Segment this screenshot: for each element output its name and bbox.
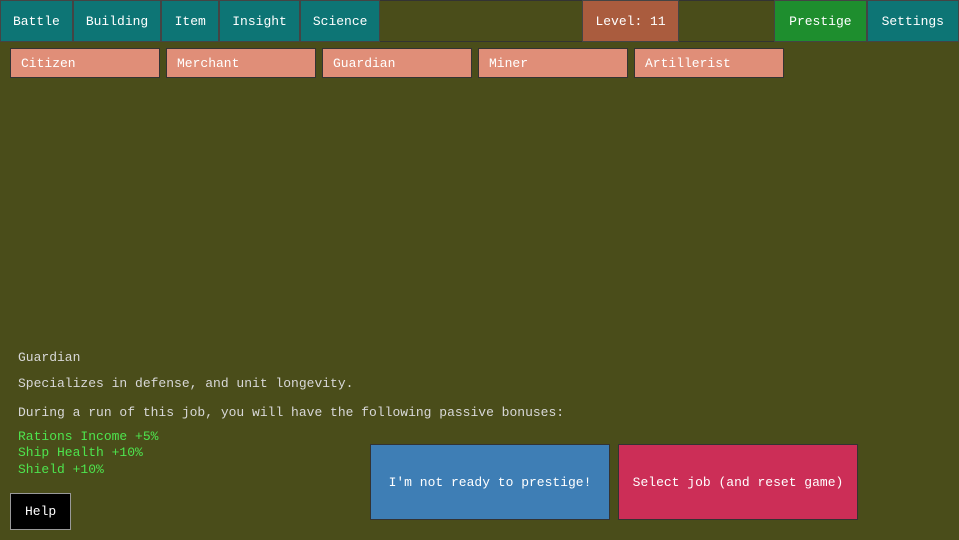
tab-science[interactable]: Science: [300, 0, 381, 42]
tab-battle[interactable]: Battle: [0, 0, 73, 42]
tab-item[interactable]: Item: [161, 0, 219, 42]
prestige-button[interactable]: Prestige: [774, 0, 866, 42]
bonus-line: Rations Income +5%: [18, 429, 564, 446]
job-title: Guardian: [18, 348, 564, 368]
settings-button[interactable]: Settings: [867, 0, 959, 42]
level-indicator: Level: 11: [582, 0, 678, 42]
top-spacer: [380, 0, 582, 42]
select-job-button[interactable]: Select job (and reset game): [618, 444, 858, 520]
bottom-buttons: I'm not ready to prestige! Select job (a…: [370, 444, 858, 520]
job-merchant[interactable]: Merchant: [166, 48, 316, 78]
job-guardian[interactable]: Guardian: [322, 48, 472, 78]
bonus-intro: During a run of this job, you will have …: [18, 403, 564, 423]
job-artillerist[interactable]: Artillerist: [634, 48, 784, 78]
job-citizen[interactable]: Citizen: [10, 48, 160, 78]
job-miner[interactable]: Miner: [478, 48, 628, 78]
help-button[interactable]: Help: [10, 493, 71, 530]
job-spec: Specializes in defense, and unit longevi…: [18, 374, 564, 394]
not-ready-button[interactable]: I'm not ready to prestige!: [370, 444, 610, 520]
tab-insight[interactable]: Insight: [219, 0, 300, 42]
tab-building[interactable]: Building: [73, 0, 161, 42]
top-spacer-2: [679, 0, 774, 42]
job-row: Citizen Merchant Guardian Miner Artiller…: [0, 42, 959, 84]
